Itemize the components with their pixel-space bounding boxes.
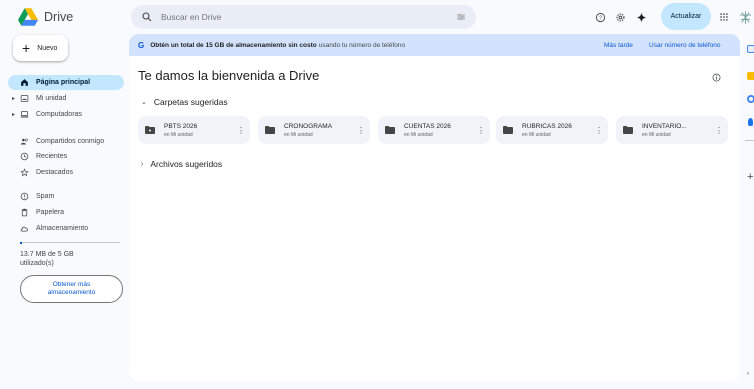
folder-location: en Mi unidad bbox=[404, 131, 433, 138]
app-name: Drive bbox=[44, 10, 74, 24]
search-icon[interactable] bbox=[141, 11, 153, 23]
more-options-icon[interactable]: ⋮ bbox=[236, 126, 246, 135]
svg-text:?: ? bbox=[598, 15, 601, 21]
sidebar-item-label: Página principal bbox=[36, 79, 91, 86]
tasks-icon[interactable] bbox=[747, 95, 754, 103]
trash-icon bbox=[18, 208, 30, 218]
sidebar-item-label: Compartidos conmigo bbox=[36, 138, 105, 145]
sidebar-item-spam[interactable]: Spam bbox=[8, 189, 124, 204]
folder-card[interactable]: CUENTAS 2026 en Mi unidad ⋮ bbox=[378, 116, 490, 144]
drive-logo-icon bbox=[18, 8, 38, 26]
banner-text: usando tu número de teléfono bbox=[318, 41, 406, 49]
google-g-icon: G bbox=[138, 40, 145, 50]
folder-icon bbox=[265, 126, 275, 134]
clock-icon bbox=[18, 152, 30, 162]
settings-icon[interactable] bbox=[613, 10, 627, 24]
more-options-icon[interactable]: ⋮ bbox=[356, 126, 366, 135]
gemini-icon[interactable] bbox=[634, 10, 648, 24]
upgrade-button[interactable]: Actualizar bbox=[661, 3, 711, 30]
home-icon bbox=[18, 78, 30, 88]
storage-usage-text: 13.7 MB de 5 GB utilizado(s) bbox=[20, 251, 74, 267]
more-options-icon[interactable]: ⋮ bbox=[476, 126, 486, 135]
phone-storage-banner: G Obtén un total de 15 GB de almacenamie… bbox=[129, 34, 740, 56]
banner-bold-text: Obtén un total de 15 GB de almacenamient… bbox=[150, 41, 317, 49]
side-panel: + bbox=[742, 34, 754, 389]
shared-folder-icon bbox=[145, 126, 155, 134]
add-addon-icon[interactable]: + bbox=[747, 172, 754, 183]
keep-icon[interactable] bbox=[747, 72, 754, 80]
shared-icon bbox=[18, 137, 30, 147]
help-icon[interactable]: ? bbox=[593, 10, 607, 24]
sidebar-item-my-drive[interactable]: ▸ Mi unidad bbox=[8, 91, 124, 106]
use-phone-button[interactable]: Usar número de teléfono bbox=[649, 42, 721, 49]
suggested-files-label: Archivos sugeridos bbox=[150, 159, 223, 169]
plus-icon: + bbox=[22, 39, 31, 56]
folder-card[interactable]: RUBRICAS 2026 en Mi unidad ⋮ bbox=[496, 116, 608, 144]
later-button[interactable]: Más tarde bbox=[604, 42, 633, 49]
folder-name: RUBRICAS 2026 bbox=[522, 122, 572, 130]
sidebar-item-label: Computadoras bbox=[36, 111, 82, 118]
chevron-right-icon: › bbox=[141, 160, 144, 168]
new-button[interactable]: + Nuevo bbox=[13, 35, 68, 61]
sidebar-item-label: Spam bbox=[36, 193, 55, 200]
suggested-folders-label: Carpetas sugeridas bbox=[153, 97, 228, 107]
more-options-icon[interactable]: ⋮ bbox=[714, 126, 724, 135]
sidebar-item-computers[interactable]: ▸ Computadoras bbox=[8, 107, 124, 122]
main-content: G Obtén un total de 15 GB de almacenamie… bbox=[129, 34, 740, 381]
folder-location: en Mi unidad bbox=[642, 131, 671, 138]
sidebar-item-starred[interactable]: Destacados bbox=[8, 165, 124, 180]
sidebar-item-home[interactable]: Página principal bbox=[8, 75, 124, 90]
sidebar-item-label: Mi unidad bbox=[36, 95, 67, 102]
contacts-icon[interactable] bbox=[748, 118, 753, 126]
sidebar-item-shared[interactable]: Compartidos conmigo bbox=[8, 134, 124, 149]
sidebar-item-recent[interactable]: Recientes bbox=[8, 149, 124, 164]
folder-icon bbox=[623, 126, 633, 134]
sidebar-item-storage[interactable]: Almacenamiento bbox=[8, 221, 124, 236]
sidebar-item-label: Almacenamiento bbox=[36, 225, 89, 232]
chevron-down-icon: ⌄ bbox=[141, 99, 147, 106]
folder-name: INVENTARIO... bbox=[642, 122, 687, 130]
storage-meter bbox=[20, 242, 120, 243]
sidebar-item-label: Recientes bbox=[36, 153, 68, 160]
folder-name: CRONOGRAMA bbox=[284, 122, 333, 130]
folder-icon bbox=[503, 126, 513, 134]
get-more-storage-button[interactable]: Obtener más almacenamiento bbox=[20, 275, 123, 303]
sidebar-item-label: Papelera bbox=[36, 209, 65, 216]
suggested-files-toggle[interactable]: › Archivos sugeridos bbox=[141, 159, 222, 169]
folder-icon bbox=[385, 126, 395, 134]
sidebar-item-trash[interactable]: Papelera bbox=[8, 205, 124, 220]
apps-icon[interactable] bbox=[717, 10, 731, 24]
sidebar-item-label: Destacados bbox=[36, 169, 73, 176]
folder-card[interactable]: PBTS 2026 en Mi unidad ⋮ bbox=[138, 116, 250, 144]
search-input[interactable] bbox=[161, 12, 456, 22]
star-icon bbox=[18, 168, 30, 178]
suggested-folders-toggle[interactable]: ⌄ Carpetas sugeridas bbox=[141, 97, 228, 107]
computer-icon bbox=[18, 110, 30, 120]
cloud-icon bbox=[18, 224, 30, 234]
drive-logo[interactable]: Drive bbox=[18, 8, 73, 26]
filter-icon[interactable] bbox=[456, 13, 466, 21]
storage-meter-fill bbox=[20, 242, 22, 244]
my-drive-icon bbox=[18, 94, 30, 104]
new-button-label: Nuevo bbox=[37, 44, 58, 52]
page-title: Te damos la bienvenida a Drive bbox=[138, 68, 320, 83]
calendar-icon[interactable] bbox=[747, 45, 754, 53]
folder-location: en Mi unidad bbox=[284, 131, 313, 138]
search-bar[interactable] bbox=[131, 5, 476, 29]
folder-location: en Mi unidad bbox=[164, 131, 193, 138]
more-options-icon[interactable]: ⋮ bbox=[594, 126, 604, 135]
folder-card[interactable]: CRONOGRAMA en Mi unidad ⋮ bbox=[258, 116, 370, 144]
side-panel-toggle-icon[interactable]: › bbox=[747, 371, 749, 377]
folder-name: CUENTAS 2026 bbox=[404, 122, 451, 130]
folder-location: en Mi unidad bbox=[522, 131, 551, 138]
account-logo-icon[interactable] bbox=[737, 10, 753, 24]
folder-card[interactable]: INVENTARIO... en Mi unidad ⋮ bbox=[616, 116, 728, 144]
side-panel-divider bbox=[745, 140, 754, 141]
folder-name: PBTS 2026 bbox=[164, 122, 198, 130]
info-icon[interactable] bbox=[712, 73, 721, 82]
spam-icon bbox=[18, 192, 30, 202]
